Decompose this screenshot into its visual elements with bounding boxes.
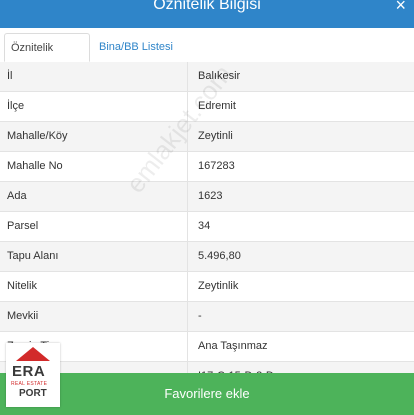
row-value: 167283: [198, 160, 235, 172]
row-value: Zeytinli: [198, 130, 233, 142]
row-value: Edremit: [198, 100, 236, 112]
table-row: Mahalle No 167283: [0, 152, 414, 182]
table-row: Ada 1623: [0, 182, 414, 212]
row-key: Mevkii: [7, 302, 188, 331]
row-value: 1623: [198, 190, 223, 202]
table-row: Parsel 34: [0, 212, 414, 242]
row-key: Nitelik: [7, 272, 188, 301]
row-value: 34: [198, 220, 211, 232]
close-icon[interactable]: ×: [395, 0, 406, 14]
tab-oznitelik-bilgisi[interactable]: Öznitelik Bilgisi: [4, 33, 90, 82]
row-key: Parsel: [7, 212, 188, 241]
tab-bina-bb-listesi[interactable]: Bina/BB Listesi: [93, 33, 179, 62]
row-value: Ana Taşınmaz: [198, 340, 268, 352]
row-value: Balıkesir: [198, 70, 241, 82]
row-key: Ada: [7, 182, 188, 211]
row-value: 5.496,80: [198, 250, 241, 262]
table-row: Mahalle/Köy Zeytinli: [0, 122, 414, 152]
table-row: İlçe Edremit: [0, 92, 414, 122]
table-row: Nitelik Zeytinlik: [0, 272, 414, 302]
tab-bar: Öznitelik Bilgisi Bina/BB Listesi: [0, 28, 414, 82]
house-roof-icon: [16, 347, 50, 361]
table-row: Tapu Alanı 5.496,80: [0, 242, 414, 272]
logo-tagline: REAL ESTATE: [11, 381, 48, 387]
row-key: Tapu Alanı: [7, 242, 188, 271]
attribute-table: İl Balıkesir İlçe Edremit Mahalle/Köy Ze…: [0, 62, 414, 392]
table-row: Zemin Tip Ana Taşınmaz: [0, 332, 414, 362]
dialog-header: Öznitelik Bilgisi ×: [0, 0, 414, 28]
logo-sub: PORT: [19, 388, 47, 399]
era-port-logo: ERA REAL ESTATE PORT: [6, 343, 60, 407]
row-value: -: [198, 310, 202, 322]
add-to-favorites-button[interactable]: Favorilere ekle: [0, 373, 414, 415]
row-value: Zeytinlik: [198, 280, 239, 292]
row-key: İl: [7, 62, 188, 91]
table-row: İl Balıkesir: [0, 62, 414, 92]
row-key: Mahalle/Köy: [7, 122, 188, 151]
table-row: Mevkii -: [0, 302, 414, 332]
row-key: İlçe: [7, 92, 188, 121]
row-key: Mahalle No: [7, 152, 188, 181]
logo-brand: ERA: [12, 363, 46, 380]
dialog-title: Öznitelik Bilgisi: [153, 0, 261, 13]
